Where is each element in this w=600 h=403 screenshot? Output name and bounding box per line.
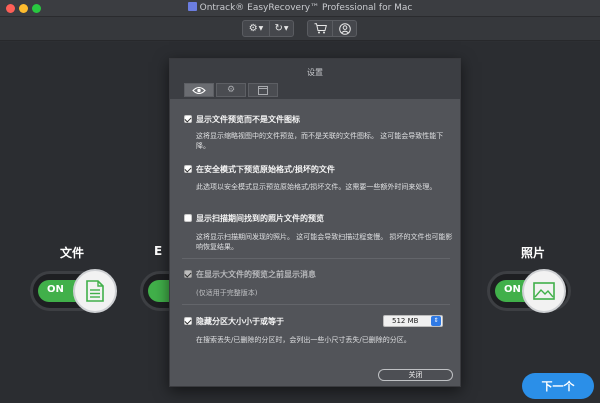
settings-dialog: 设置 ⚙ 显示文件预览而不是文件图标 这将显示缩略视图中的文件预览，而不是关联的… [169,58,461,387]
account-button[interactable] [332,21,356,36]
settings-header: 设置 ⚙ [170,59,460,99]
option-description: 在搜索丢失/已删除的分区时，会列出一些小尺寸丢失/已删除的分区。 [196,336,411,344]
app-logo-icon [187,2,197,11]
toggle-knob-documents [73,269,117,313]
category-label-photos: 照片 [521,246,546,260]
close-button[interactable]: 关闭 [378,369,453,381]
user-icon [338,22,351,35]
option-label: 在安全模式下预览原始格式/损坏的文件 [196,164,335,174]
checkbox-show-file-preview[interactable] [184,115,192,123]
option-safe-mode-preview: 在安全模式下预览原始格式/损坏的文件 [184,163,335,175]
chevron-down-icon: ▼ [283,25,289,32]
partition-size-value: 512 MB [392,317,419,325]
title-bar: Ontrack® EasyRecovery™ Professional for … [0,0,600,17]
toolbar-group-settings: ⚙ ▼ ↻ ▼ [242,20,294,37]
settings-menu-button[interactable]: ⚙ ▼ [243,21,269,36]
partition-size-select[interactable]: 512 MB ⇕ [383,315,443,327]
option-large-file-message: 在显示大文件的预览之前显示消息 [184,268,316,280]
option-scan-photo-preview: 显示扫描期间找到的照片文件的预览 [184,212,324,224]
toggle-on-label: ON [47,284,64,295]
chevron-updown-icon: ⇕ [431,316,441,326]
settings-tabs: ⚙ [184,83,278,97]
toolbar-group-account [307,20,357,37]
checkbox-scan-photo-preview[interactable] [184,214,192,222]
tab-window[interactable] [248,83,278,97]
toggle-photos[interactable]: ON [487,269,571,313]
option-label: 显示扫描期间找到的照片文件的预览 [196,213,324,223]
option-description: 此选项以安全模式显示预览原始格式/损坏文件。这需要一些额外时间来处理。 [196,183,437,191]
divider [182,304,450,305]
image-icon [533,282,555,300]
eye-icon [192,86,206,94]
tab-preview[interactable] [184,83,214,97]
toggle-documents[interactable]: ON [30,269,117,313]
toolbar: ⚙ ▼ ↻ ▼ [0,17,600,41]
app-window: Ontrack® EasyRecovery™ Professional for … [0,0,600,403]
option-hide-small-partitions: 隐藏分区大小小于或等于 [184,315,284,327]
option-label: 在显示大文件的预览之前显示消息 [196,269,316,279]
option-label: 显示文件预览而不是文件图标 [196,114,300,124]
cart-icon [314,23,327,34]
option-description: 这将显示缩略视图中的文件预览，而不是关联的文件图标。 这可能会导致性能下降。 [196,132,444,150]
checkbox-large-file-message[interactable] [184,270,192,278]
window-title-text: Ontrack® EasyRecovery™ Professional for … [199,3,413,13]
window-title: Ontrack® EasyRecovery™ Professional for … [0,2,600,13]
divider [182,258,450,259]
history-menu-button[interactable]: ↻ ▼ [269,21,293,36]
document-icon [86,280,104,302]
checkbox-hide-small-partitions[interactable] [184,317,192,325]
tab-general[interactable]: ⚙ [216,83,246,97]
history-icon: ↻ [274,23,283,34]
settings-title: 设置 [307,68,323,77]
option-description: 这将显示扫描期间发现的照片。 这可能会导致扫描过程变慢。 损坏的文件也可能影响恢… [196,233,453,251]
gear-icon: ⚙ [248,23,258,34]
category-label-documents: 文件 [60,246,85,260]
checkbox-safe-mode-preview[interactable] [184,165,192,173]
category-label-partial: E [154,244,163,258]
option-description: (仅适用于完整版本) [196,289,258,297]
toggle-on-label: ON [504,284,521,295]
next-button[interactable]: 下一个 [522,373,594,399]
toggle-knob-photos [522,269,566,313]
option-label: 隐藏分区大小小于或等于 [196,316,284,326]
cart-button[interactable] [308,21,332,36]
gear-icon: ⚙ [226,85,236,95]
option-show-file-preview: 显示文件预览而不是文件图标 [184,113,300,125]
chevron-down-icon: ▼ [258,25,264,32]
window-icon [258,85,268,95]
